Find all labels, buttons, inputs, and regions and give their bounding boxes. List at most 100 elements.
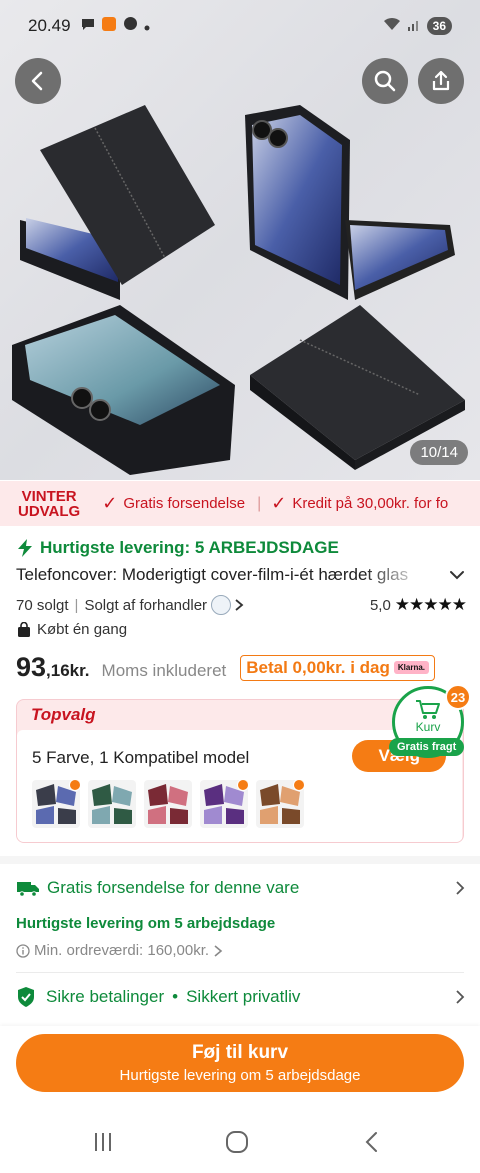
info-icon [16,943,30,958]
chevron-down-icon[interactable] [448,566,466,584]
lightning-icon [18,539,32,557]
check-icon: ✓ [102,493,118,513]
klarna-logo: Klarna. [393,661,430,674]
swatch-fill [36,784,56,806]
rating-value: 5,0 [369,596,391,614]
bought-once-row: Købt én gang [16,621,127,638]
meta-divider: | [74,596,79,614]
promo-credit: ✓ Kredit på 30,00kr. for fo [261,493,460,514]
home-icon [226,1131,248,1153]
messenger-icon [123,16,138,36]
promo-item-label: Kredit på 30,00kr. for fo [292,495,449,512]
status-right: 36 [383,16,452,36]
product-page: 20.49 36 10/14 VINTER UDVALG ✓ Gratis fo… [0,0,480,1173]
price-row: 93 ,16kr. Moms inkluderet Betal 0,00kr. … [16,652,466,683]
chevron-right-icon [214,944,223,957]
product-title-row[interactable]: Telefoncover: Moderigtigt cover-film-i-é… [16,565,466,585]
shipping-subtitle: Hurtigste levering om 5 arbejdsdage [16,915,276,932]
product-meta-row: 70 solgt | Solgt af forhandler 5,0 ★★★★★ [16,595,467,615]
system-navigation-bar [0,1108,480,1173]
color-swatch[interactable] [88,780,136,828]
share-button[interactable] [418,58,464,104]
color-swatch[interactable] [32,780,80,828]
rating-stars: ★★★★★ [394,595,467,614]
chevron-right-icon [235,599,244,611]
add-to-cart-label: Føj til kurv [191,1042,289,1063]
recent-apps-button[interactable] [83,1122,123,1162]
price-cents: ,16kr. [46,661,90,680]
fast-delivery-text: Hurtigste levering: 5 ARBEJDSDAGE [40,538,339,557]
color-swatch[interactable] [256,780,304,828]
shipping-title: Gratis forsendelse for denne vare [47,878,300,897]
wifi-icon [383,16,401,36]
seller-link[interactable]: Solgt af forhandler [84,597,207,614]
back-arrow-icon [365,1132,377,1152]
klarna-text: Betal 0,00kr. i dag [246,657,390,677]
security-dot: • [172,987,179,1006]
more-notifications-icon [144,16,150,36]
hot-icon [293,780,304,791]
min-order-text: Min. ordreværdi: 160,00kr. [34,942,210,959]
image-counter: 10/14 [410,440,468,465]
hot-icon [69,780,80,791]
color-swatch[interactable] [144,780,192,828]
seller-logo-icon [211,595,232,615]
fast-delivery-banner: Hurtigste levering: 5 ARBEJDSDAGE [16,538,339,558]
recent-apps-icon [95,1133,111,1151]
variant-summary: 5 Farve, 1 Kompatibel model [32,748,250,767]
section-divider [0,856,480,864]
product-title: Telefoncover: Moderigtigt cover-film-i-é… [16,565,409,584]
signal-icon [407,16,421,36]
secure-payments-label: Sikre betalinger [46,987,165,1006]
message-icon [81,16,95,36]
system-back-button[interactable] [352,1122,392,1162]
status-bar: 20.49 36 [0,0,480,52]
cart-label: Kurv [415,720,441,734]
add-to-cart-sublabel: Hurtigste levering om 5 arbejdsdage [119,1067,361,1084]
price-main: 93 [16,652,47,682]
hot-icon [237,780,248,791]
bought-once-text: Købt én gang [37,621,128,638]
rating[interactable]: 5,0 ★★★★★ [369,595,467,615]
promo-strip[interactable]: VINTER UDVALG ✓ Gratis forsendelse | ✓ K… [0,481,480,526]
swatch-fill-b [58,808,76,824]
search-icon [374,70,396,92]
promo-item-label: Gratis forsendelse [123,495,246,512]
check-icon: ✓ [271,493,287,513]
klarna-offer[interactable]: Betal 0,00kr. i dag Klarna. [240,654,436,681]
shield-check-icon [18,987,34,1007]
product-image-carousel[interactable] [0,0,480,480]
product-photo [12,105,465,475]
back-button[interactable] [15,58,61,104]
top-choice-title: Topvalg [31,705,96,724]
badge-line-1: VINTER [21,487,77,505]
sold-count: 70 solgt [16,596,69,614]
badge-line-2: UDVALG [18,502,81,520]
bottom-action-bar: Føj til kurv Hurtigste levering om 5 arb… [0,1026,480,1108]
shopping-bag-icon [18,621,30,637]
search-button[interactable] [362,58,408,104]
free-shipping-tag: Gratis fragt [389,738,465,756]
cart-icon [416,700,440,719]
color-swatch[interactable] [200,780,248,828]
chevron-left-icon [31,71,43,91]
chevron-right-icon [456,881,465,895]
add-to-cart-button[interactable]: Føj til kurv Hurtigste levering om 5 arb… [16,1034,464,1092]
separator [16,972,464,973]
notification-icons [81,16,150,37]
battery-indicator: 36 [426,17,452,35]
security-row[interactable]: Sikre betalinger • Sikkert privatliv [16,986,466,1008]
color-swatches [32,780,304,828]
chevron-right-icon [456,990,465,1004]
home-button[interactable] [217,1122,257,1162]
secure-privacy-label: Sikkert privatliv [186,987,301,1006]
status-time: 20.49 [28,16,71,35]
app-notification-icon [101,16,117,37]
shipping-info-row[interactable]: Gratis forsendelse for denne vare [16,878,466,898]
winter-sale-badge: VINTER UDVALG [0,489,92,519]
cart-count-badge: 23 [445,684,471,710]
price-tax-note: Moms inkluderet [101,661,227,680]
min-order-row[interactable]: Min. ordreværdi: 160,00kr. [16,942,223,959]
promo-free-shipping: ✓ Gratis forsendelse [92,493,257,514]
share-icon [432,70,450,91]
